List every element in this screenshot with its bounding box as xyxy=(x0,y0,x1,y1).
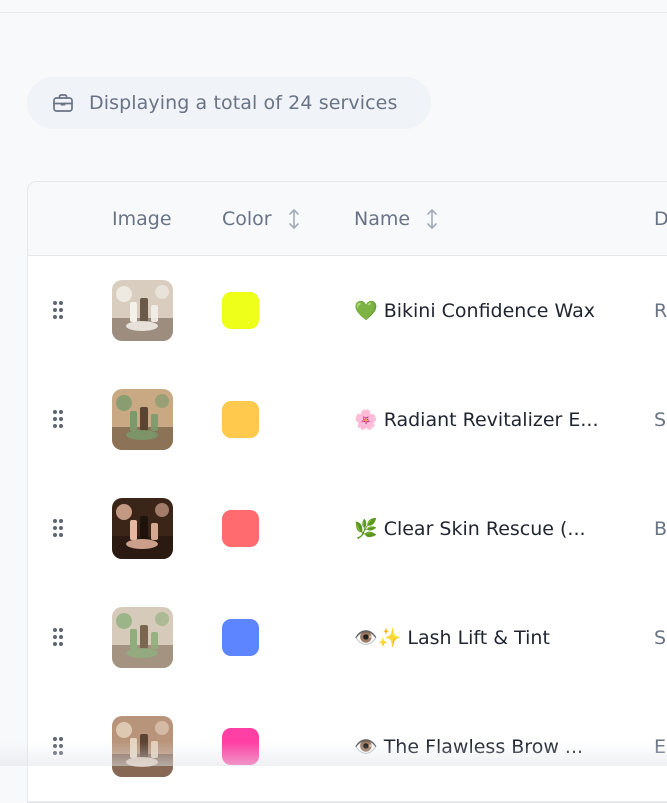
service-description: S xyxy=(654,408,667,431)
sort-icon[interactable] xyxy=(286,207,302,231)
service-thumbnail[interactable] xyxy=(112,607,173,668)
table-row[interactable]: 💚 Bikini Confidence Wax R xyxy=(28,256,667,366)
color-swatch xyxy=(222,728,259,765)
services-table: Image Color Name D 💚 Bikini Confidence W… xyxy=(27,181,667,803)
service-thumbnail[interactable] xyxy=(112,498,173,559)
service-name[interactable]: 💚 Bikini Confidence Wax xyxy=(354,256,595,365)
service-thumbnail[interactable] xyxy=(112,389,173,450)
table-row[interactable]: 👁️✨ Lash Lift & Tint S xyxy=(28,583,667,693)
table-row[interactable]: 🌸 Radiant Revitalizer E... S xyxy=(28,365,667,475)
drag-handle-icon[interactable] xyxy=(52,300,64,320)
drag-handle-icon[interactable] xyxy=(52,409,64,429)
drag-handle-icon[interactable] xyxy=(52,627,64,647)
sort-icon[interactable] xyxy=(424,207,440,231)
column-header-description-label: D xyxy=(654,208,667,230)
service-thumbnail[interactable] xyxy=(112,716,173,777)
column-header-image: Image xyxy=(112,182,172,255)
service-count-text: Displaying a total of 24 services xyxy=(89,92,398,114)
service-description: E xyxy=(654,735,667,758)
column-header-color-label: Color xyxy=(222,207,272,230)
column-header-name-label: Name xyxy=(354,207,411,230)
color-swatch xyxy=(222,619,259,656)
color-swatch xyxy=(222,401,259,438)
color-swatch xyxy=(222,510,259,547)
drag-handle-icon[interactable] xyxy=(52,518,64,538)
service-description: B xyxy=(654,517,667,540)
service-name[interactable]: 👁️ The Flawless Brow ... xyxy=(354,692,583,801)
service-name[interactable]: 🌿 Clear Skin Rescue (... xyxy=(354,474,586,583)
top-divider xyxy=(0,12,667,13)
service-name[interactable]: 🌸 Radiant Revitalizer E... xyxy=(354,365,599,474)
column-header-description: D xyxy=(654,182,667,255)
column-header-name[interactable]: Name xyxy=(354,182,440,255)
briefcase-icon xyxy=(51,91,75,115)
service-count-badge: Displaying a total of 24 services xyxy=(27,77,431,129)
service-description: S xyxy=(654,626,667,649)
column-header-color[interactable]: Color xyxy=(222,182,302,255)
table-row[interactable]: 🌿 Clear Skin Rescue (... B xyxy=(28,474,667,584)
service-name[interactable]: 👁️✨ Lash Lift & Tint xyxy=(354,583,550,692)
drag-handle-icon[interactable] xyxy=(52,736,64,756)
column-header-image-label: Image xyxy=(112,207,172,230)
service-description: R xyxy=(654,299,667,322)
table-header: Image Color Name D xyxy=(28,182,667,256)
table-row[interactable]: 👁️ The Flawless Brow ... E xyxy=(28,692,667,802)
service-thumbnail[interactable] xyxy=(112,280,173,341)
color-swatch xyxy=(222,292,259,329)
